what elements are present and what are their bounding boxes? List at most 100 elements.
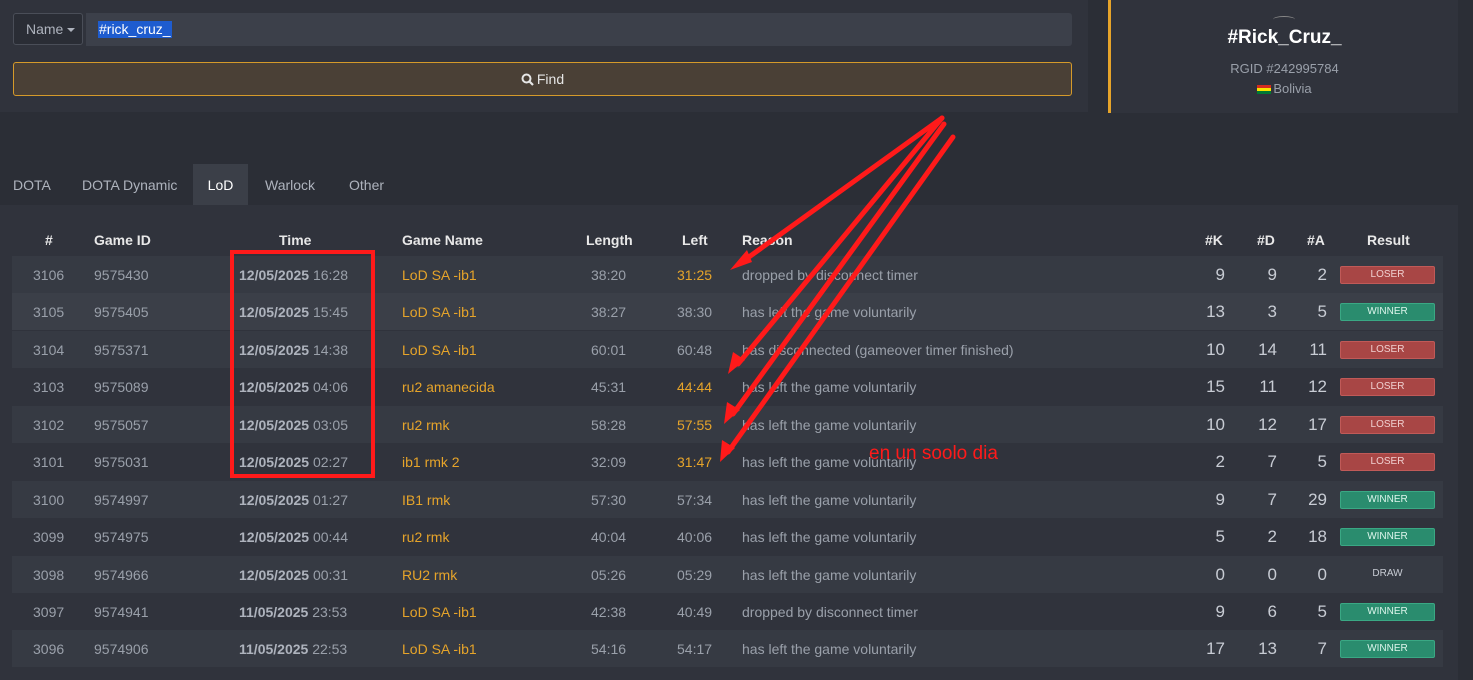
table-row[interactable]: 3099 9574975 ru2 rmk 40:04 40:06 has left the…	[12, 518, 1443, 555]
cell-num: 3106	[33, 267, 65, 283]
cell-left: 40:06	[677, 529, 713, 545]
cell-d: 13	[1258, 639, 1277, 658]
cell-reason: has left the game voluntarily	[742, 641, 917, 657]
tab-warlock[interactable]: Warlock	[265, 164, 315, 205]
cell-time: 12/05/2025 01:27	[239, 492, 348, 508]
cell-k: 17	[1206, 639, 1225, 658]
game-name-link[interactable]: ru2 rmk	[402, 417, 449, 433]
cell-reason: dropped by disconnect timer	[742, 267, 918, 283]
cell-time: 12/05/2025 00:31	[239, 567, 348, 583]
cell-hour: 01:27	[312, 492, 349, 508]
table-row[interactable]: 3096 9574906 LoD SA -ib1 54:16 54:17 has left…	[12, 630, 1443, 667]
table-row[interactable]: 3104 9575371 LoD SA -ib1 60:01 60:48 has disc…	[12, 331, 1443, 368]
cell-game-id: 9575405	[94, 304, 149, 320]
table-row[interactable]: 3098 9574966 RU2 rmk 05:26 05:29 has left the…	[12, 556, 1443, 593]
cell-d: 12	[1258, 415, 1277, 434]
bolivia-flag-icon	[1257, 85, 1272, 94]
cell-k: 9	[1215, 265, 1225, 284]
cell-hour: 02:27	[312, 454, 349, 470]
game-name-link[interactable]: ib1 rmk 2	[402, 454, 460, 470]
find-button[interactable]: Find	[13, 62, 1072, 96]
cell-game-id: 9575057	[94, 417, 149, 433]
cell-hour: 14:38	[312, 342, 349, 358]
cell-left: 31:25	[677, 267, 713, 283]
cell-length: 42:38	[591, 604, 627, 620]
header-num: #	[45, 232, 53, 248]
result-badge: WINNER	[1340, 491, 1435, 509]
search-panel: Name #rick_cruz_ Find	[0, 0, 1088, 112]
cell-num: 3099	[33, 529, 65, 545]
result-badge: LOSER	[1340, 341, 1435, 359]
tab-other[interactable]: Other	[349, 164, 384, 205]
cell-left: 60:48	[677, 342, 713, 358]
result-badge: WINNER	[1340, 640, 1435, 658]
cell-time: 12/05/2025 14:38	[239, 342, 348, 358]
cell-a: 17	[1308, 415, 1327, 434]
cell-a: 5	[1317, 302, 1327, 321]
game-name-link[interactable]: LoD SA -ib1	[402, 342, 477, 358]
game-name-link[interactable]: IB1 rmk	[402, 492, 450, 508]
cell-time: 12/05/2025 04:06	[239, 379, 348, 395]
search-type-dropdown[interactable]: Name	[13, 13, 83, 45]
cell-length: 38:27	[591, 304, 627, 320]
table-row[interactable]: 3102 9575057 ru2 rmk 58:28 57:55 has left the…	[12, 406, 1443, 443]
game-name-link[interactable]: LoD SA -ib1	[402, 304, 477, 320]
cell-length: 40:04	[591, 529, 627, 545]
header-assists: #A	[1307, 232, 1325, 248]
cell-date: 12/05/2025	[239, 304, 310, 320]
tab-dota-dynamic[interactable]: DOTA Dynamic	[82, 164, 177, 205]
game-name-link[interactable]: LoD SA -ib1	[402, 604, 477, 620]
cell-d: 11	[1259, 377, 1277, 396]
tab-dota[interactable]: DOTA	[13, 164, 51, 205]
cell-k: 9	[1215, 490, 1225, 509]
game-name-link[interactable]: ru2 rmk	[402, 529, 449, 545]
search-input[interactable]: #rick_cruz_	[86, 13, 1072, 46]
table-row[interactable]: 3100 9574997 IB1 rmk 57:30 57:34 has left the…	[12, 481, 1443, 518]
cell-time: 11/05/2025 22:53	[239, 641, 347, 657]
cell-a: 11	[1309, 340, 1327, 359]
cell-time: 12/05/2025 16:28	[239, 267, 348, 283]
cell-left: 38:30	[677, 304, 713, 320]
cell-length: 58:28	[591, 417, 627, 433]
cell-num: 3097	[33, 604, 65, 620]
table-row[interactable]: 3106 9575430 LoD SA -ib1 38:20 31:25 dropped …	[12, 256, 1443, 293]
game-name-link[interactable]: RU2 rmk	[402, 567, 457, 583]
tab-label: Warlock	[265, 177, 316, 193]
tab-label: DOTA Dynamic	[82, 177, 178, 193]
game-name-link[interactable]: ru2 amanecida	[402, 379, 495, 395]
tab-lod[interactable]: LoD	[193, 164, 248, 205]
cell-num: 3104	[33, 342, 65, 358]
cell-d: 7	[1267, 490, 1277, 509]
cell-game-id: 9574975	[94, 529, 149, 545]
game-name-link[interactable]: LoD SA -ib1	[402, 267, 477, 283]
cell-length: 57:30	[591, 492, 627, 508]
cell-length: 60:01	[591, 342, 627, 358]
cell-num: 3096	[33, 641, 65, 657]
cell-date: 12/05/2025	[239, 379, 310, 395]
cell-left: 44:44	[677, 379, 713, 395]
game-mode-tabs: DOTA DOTA Dynamic LoD Warlock Other	[0, 164, 500, 205]
header-time: Time	[279, 232, 312, 248]
cell-game-id: 9574966	[94, 567, 149, 583]
game-name-link[interactable]: LoD SA -ib1	[402, 641, 477, 657]
cell-num: 3098	[33, 567, 65, 583]
cell-left: 54:17	[677, 641, 713, 657]
cell-hour: 22:53	[312, 641, 348, 657]
cell-hour: 04:06	[312, 379, 349, 395]
cell-num: 3101	[33, 454, 65, 470]
table-row[interactable]: 3103 9575089 ru2 amanecida 45:31 44:44 has le…	[12, 368, 1443, 405]
cell-num: 3102	[33, 417, 65, 433]
result-badge: LOSER	[1340, 416, 1435, 434]
cell-k: 5	[1215, 527, 1225, 546]
table-row[interactable]: 3105 9575405 LoD SA -ib1 38:27 38:30 has left…	[12, 293, 1443, 330]
table-row[interactable]: 3101 9575031 ib1 rmk 2 32:09 31:47 has left t…	[12, 443, 1443, 480]
profile-card: #Rick_Cruz_ RGID #242995784 Bolivia	[1108, 0, 1458, 113]
result-badge: DRAW	[1372, 568, 1403, 579]
table-row[interactable]: 3097 9574941 LoD SA -ib1 42:38 40:49 dropped …	[12, 593, 1443, 630]
cell-date: 12/05/2025	[239, 267, 310, 283]
player-country: Bolivia	[1111, 81, 1458, 96]
avatar	[1273, 16, 1295, 23]
header-game-name: Game Name	[402, 232, 483, 248]
cell-hour: 00:44	[312, 529, 349, 545]
cell-num: 3103	[33, 379, 65, 395]
